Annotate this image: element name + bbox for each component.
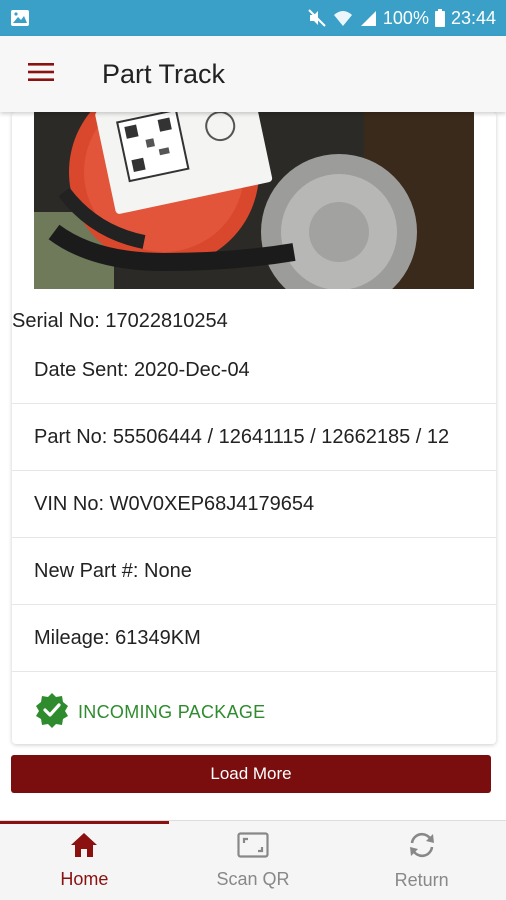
battery-icon <box>434 9 445 27</box>
app-bar: Part Track <box>0 36 506 112</box>
nav-scan-qr-label: Scan QR <box>216 868 290 889</box>
bottom-nav: Home Scan QR Return <box>0 820 506 900</box>
hamburger-menu-icon <box>28 62 54 86</box>
mute-icon <box>307 8 327 28</box>
nav-home[interactable]: Home <box>0 821 169 900</box>
vin-no-row: VIN No: W0V0XEP68J4179654 <box>12 471 496 538</box>
verified-check-icon <box>34 692 70 733</box>
load-more-button[interactable]: Load More <box>11 755 491 793</box>
signal-icon <box>359 9 377 27</box>
date-sent-row: Date Sent: 2020-Dec-04 <box>12 337 496 404</box>
nav-return[interactable]: Return <box>337 821 506 900</box>
scroll-content[interactable]: Serial No: 17022810254 Date Sent: 2020-D… <box>0 112 506 820</box>
home-icon <box>70 832 98 863</box>
status-time: 23:44 <box>450 7 496 28</box>
image-icon <box>10 9 30 27</box>
nav-scan-qr[interactable]: Scan QR <box>169 821 338 900</box>
refresh-icon <box>407 831 437 864</box>
battery-percent: 100% <box>382 7 429 28</box>
status-label: INCOMING PACKAGE <box>78 701 266 722</box>
page-title: Part Track <box>102 58 226 89</box>
serial-number: Serial No: 17022810254 <box>12 310 228 332</box>
menu-button[interactable] <box>16 49 66 99</box>
status-bar: 100% 23:44 <box>0 0 506 36</box>
status-right: 100% 23:44 <box>307 8 496 29</box>
part-no-row: Part No: 55506444 / 12641115 / 12662185 … <box>12 404 496 471</box>
nav-return-label: Return <box>394 869 449 890</box>
status-left <box>10 9 30 27</box>
package-status: INCOMING PACKAGE <box>12 682 496 742</box>
part-photo <box>34 112 474 289</box>
new-part-row: New Part #: None <box>12 538 496 605</box>
mileage-row: Mileage: 61349KM <box>12 605 496 672</box>
wifi-icon <box>333 9 353 27</box>
part-card[interactable]: Serial No: 17022810254 Date Sent: 2020-D… <box>12 112 496 744</box>
nav-home-label: Home <box>60 868 109 889</box>
scan-qr-icon <box>237 831 269 863</box>
